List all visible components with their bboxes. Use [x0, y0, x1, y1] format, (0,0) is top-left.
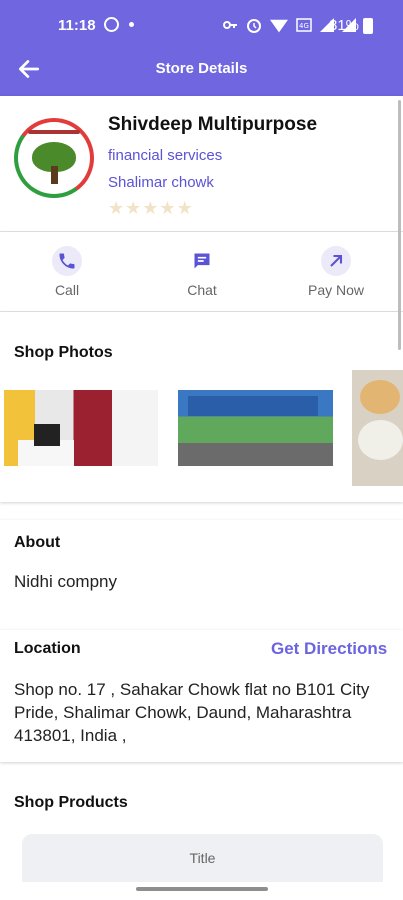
dot-icon	[129, 22, 134, 27]
svg-text:4G: 4G	[299, 22, 309, 30]
phone-icon	[59, 253, 75, 269]
scrollbar[interactable]	[398, 100, 401, 350]
column-header-title: Title	[189, 850, 216, 866]
section-heading: Location	[14, 640, 81, 657]
pay-now-label: Pay Now	[307, 282, 365, 298]
rating-stars: ★ ★ ★ ★ ★	[108, 198, 193, 219]
pay-now-button[interactable]: Pay Now	[296, 246, 376, 298]
status-time: 11:18	[58, 17, 96, 34]
photos-section: Shop Photos	[0, 312, 403, 502]
chat-button[interactable]: Chat	[162, 246, 242, 298]
section-heading: Shop Products	[14, 794, 128, 811]
store-name: Shivdeep Multipurpose	[108, 114, 318, 135]
about-text: Nidhi compny	[14, 572, 117, 591]
app-header: 11:18 4G 81% Store Details	[0, 0, 403, 96]
battery-percent: 81%	[329, 17, 360, 34]
section-heading: Shop Photos	[14, 344, 113, 361]
battery-icon	[363, 17, 374, 34]
page-title: Store Details	[155, 60, 248, 77]
arrow-up-right-icon	[330, 254, 343, 267]
whatsapp-icon	[104, 17, 119, 32]
star-icon: ★	[108, 198, 125, 218]
shop-photo[interactable]	[178, 390, 333, 466]
key-icon	[223, 21, 237, 29]
star-icon: ★	[176, 198, 193, 218]
star-icon: ★	[159, 198, 176, 218]
store-address: Shop no. 17 , Sahakar Chowk flat no B101…	[14, 680, 370, 745]
shop-photo[interactable]	[4, 390, 158, 466]
call-label: Call	[54, 282, 80, 298]
volte-icon: 4G	[296, 18, 312, 32]
chat-icon	[194, 253, 210, 269]
call-button[interactable]: Call	[27, 246, 107, 298]
alarm-icon	[247, 19, 261, 33]
get-directions-link[interactable]: Get Directions	[271, 639, 387, 659]
wifi-icon	[270, 18, 288, 32]
star-icon: ★	[125, 198, 142, 218]
action-bar: Call Chat Pay Now	[0, 232, 403, 312]
chat-label: Chat	[187, 282, 217, 298]
products-table-header: Title	[22, 834, 383, 882]
section-heading: About	[14, 534, 61, 551]
status-bar: 11:18 4G 81%	[0, 14, 403, 38]
store-location[interactable]: Shalimar chowk	[108, 174, 214, 191]
star-icon: ★	[142, 198, 159, 218]
shop-photo[interactable]	[352, 370, 403, 486]
store-logo	[14, 118, 94, 198]
home-indicator[interactable]	[136, 887, 268, 891]
store-category[interactable]: financial services	[108, 147, 222, 164]
